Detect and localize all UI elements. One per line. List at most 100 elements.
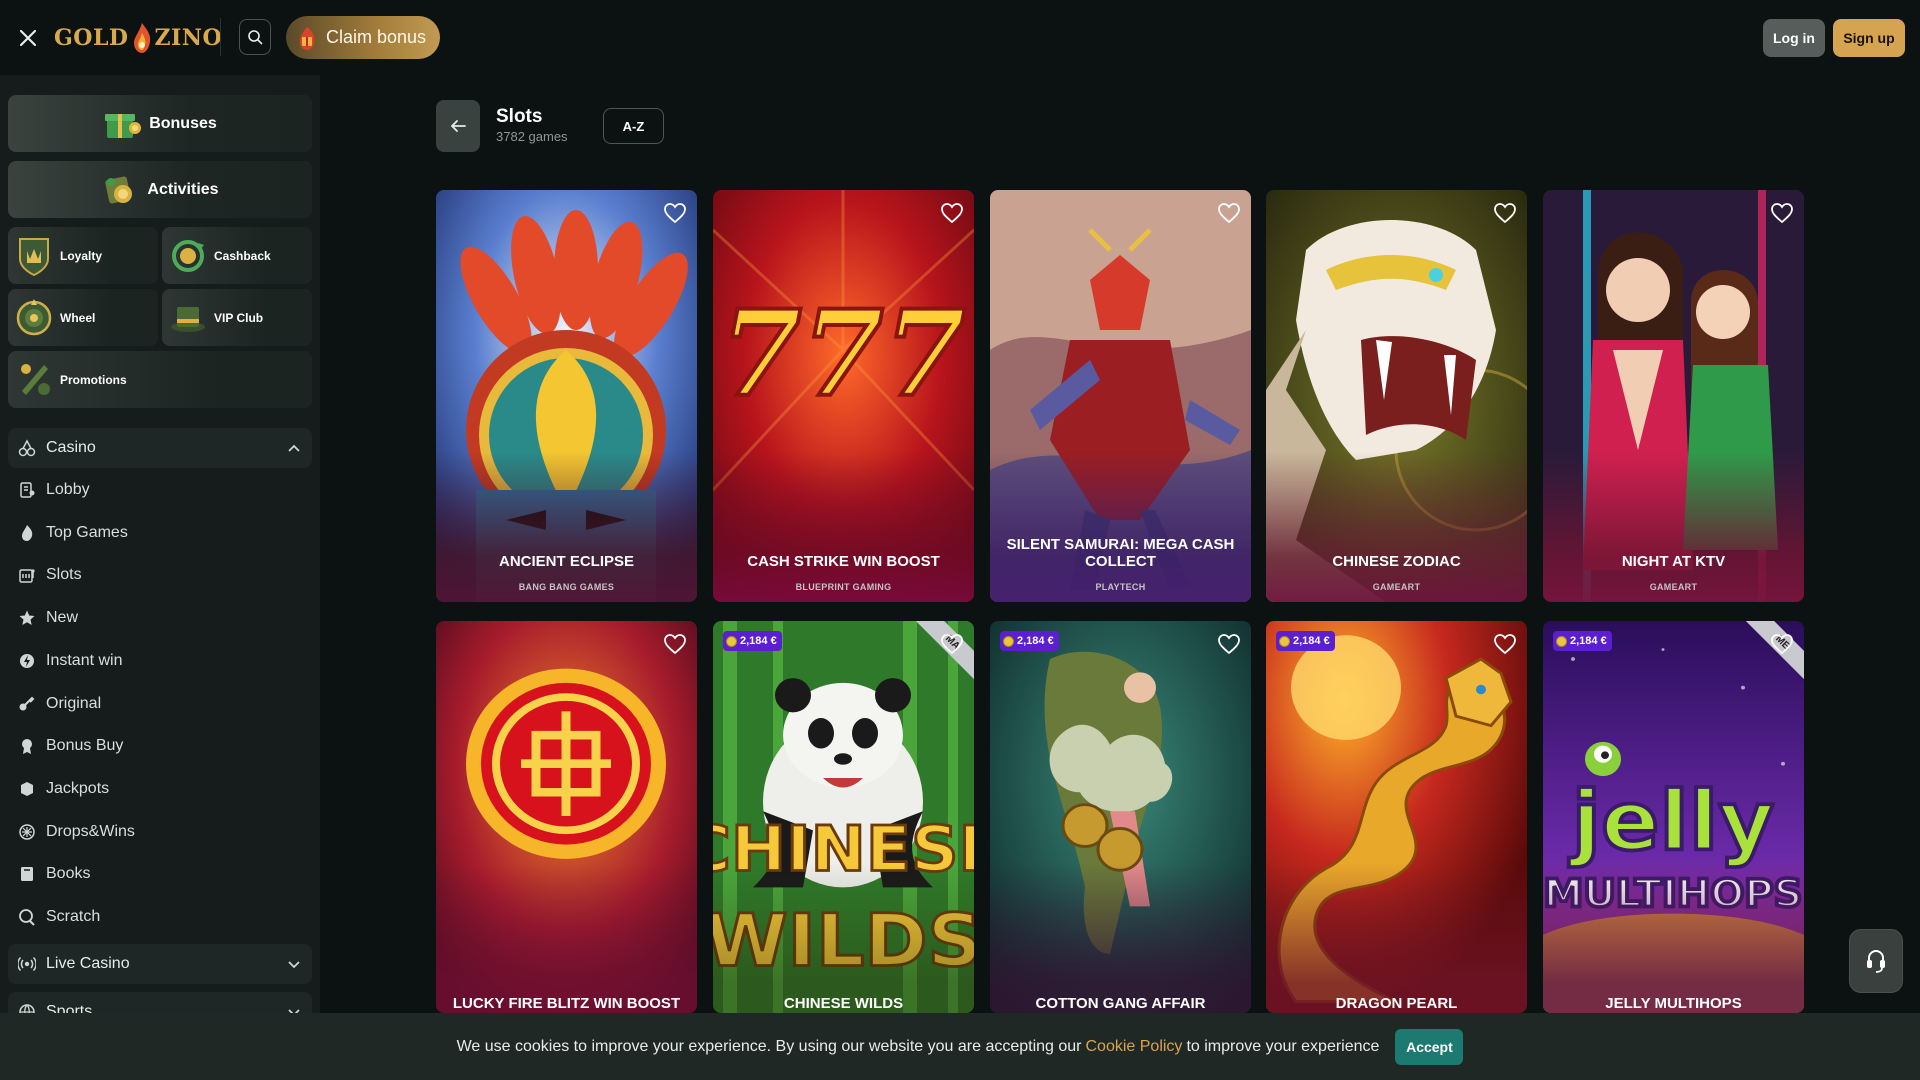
- heart-icon[interactable]: [663, 633, 687, 655]
- game-provider: BANG BANG GAMES: [518, 582, 615, 592]
- scratch-icon: [19, 909, 35, 926]
- sidebar-section-live-casino[interactable]: Live Casino: [8, 944, 312, 984]
- heart-icon[interactable]: [1217, 202, 1241, 224]
- jackpot-badge: 2,184 €: [1276, 631, 1335, 651]
- drops-wins-icon: [19, 823, 35, 840]
- sidebar-item-scratch[interactable]: Scratch: [8, 899, 312, 935]
- game-provider: GAMEART: [1649, 582, 1698, 592]
- sidebar-promo-loyalty[interactable]: Loyalty: [8, 227, 158, 284]
- heart-icon[interactable]: [940, 202, 964, 224]
- accept-cookies-button[interactable]: Accept: [1395, 1028, 1464, 1065]
- jackpot-amount: 2,184 €: [1293, 635, 1330, 647]
- divider: [220, 18, 221, 56]
- page-title: Slots: [496, 106, 543, 127]
- original-icon: [19, 696, 35, 710]
- sidebar-promo-label: Bonuses: [149, 114, 217, 132]
- support-chat-button[interactable]: [1849, 929, 1903, 993]
- sidebar-section-label: Casino: [46, 439, 96, 456]
- game-card[interactable]: ANCIENT ECLIPSE BANG BANG GAMES: [436, 190, 697, 602]
- sidebar-promo-bonuses[interactable]: Bonuses: [8, 95, 312, 152]
- game-card[interactable]: LUCKY FIRE BLITZ WIN BOOST: [436, 621, 697, 1013]
- game-card[interactable]: jellyMULTIHOPSJELLY MULTIHOPS2,184 €ME: [1543, 621, 1804, 1013]
- promotions-icon: [21, 363, 50, 395]
- sidebar-promo-promotions[interactable]: Promotions: [8, 351, 312, 408]
- heart-icon[interactable]: [1770, 202, 1794, 224]
- sidebar-promo-label: Wheel: [60, 310, 96, 325]
- game-title: SILENT SAMURAI: MEGA CASH COLLECT: [1006, 536, 1235, 570]
- back-button[interactable]: [436, 100, 480, 152]
- top-bar: GOLD ZINO Claim bonus Log in Sign up: [0, 0, 1920, 75]
- cookie-text-end: to improve your experience: [1186, 1037, 1380, 1055]
- sidebar-promo-label: Promotions: [60, 372, 127, 387]
- sidebar-item-lobby[interactable]: Lobby: [8, 472, 312, 508]
- sidebar-promo-label: Activities: [147, 180, 219, 198]
- sidebar-promo-cashback[interactable]: Cashback: [162, 227, 312, 284]
- sidebar-item-drops-wins[interactable]: Drops&Wins: [8, 814, 312, 850]
- sidebar-item-jackpots[interactable]: Jackpots: [8, 771, 312, 807]
- svg-text:jelly: jelly: [1569, 773, 1775, 869]
- heart-icon[interactable]: [940, 633, 964, 655]
- heart-icon[interactable]: [663, 202, 687, 224]
- wheel-icon: [16, 298, 52, 335]
- jackpot-amount: 2,184 €: [1570, 635, 1607, 647]
- heart-icon[interactable]: [1217, 633, 1241, 655]
- game-card[interactable]: CHINESEWILDSCHINESE WILDS2,184 €MA: [713, 621, 974, 1013]
- sidebar-item-bonus-buy[interactable]: Bonus Buy: [8, 728, 312, 764]
- sort-az-button[interactable]: A-Z: [603, 108, 664, 144]
- bonus-buy-icon: [22, 739, 32, 755]
- game-card[interactable]: SILENT SAMURAI: MEGA CASH COLLECT PLAYTEC…: [990, 190, 1251, 602]
- casino-icon: [18, 439, 36, 457]
- jackpot-badge: 2,184 €: [723, 631, 782, 651]
- fire-icon: [22, 524, 33, 541]
- heart-icon[interactable]: [1770, 633, 1794, 655]
- logo-text-left: GOLD: [54, 25, 129, 51]
- sidebar-promo-wheel[interactable]: Wheel: [8, 289, 158, 346]
- claim-bonus-button[interactable]: Claim bonus: [286, 16, 440, 59]
- game-title: ANCIENT ECLIPSE: [498, 553, 634, 570]
- books-icon: [21, 867, 33, 882]
- sidebar-item-new[interactable]: New: [8, 600, 312, 636]
- coin-icon: [726, 635, 737, 647]
- game-provider: PLAYTECH: [1095, 582, 1146, 592]
- login-button[interactable]: Log in: [1763, 19, 1825, 57]
- sidebar-item-label: Books: [46, 865, 91, 883]
- card-gradient: [436, 452, 697, 602]
- sidebar-item-books[interactable]: Books: [8, 856, 312, 892]
- sidebar-item-label: New: [46, 609, 79, 627]
- close-icon[interactable]: [14, 24, 42, 52]
- sidebar-item-label: Drops&Wins: [46, 822, 135, 840]
- card-gradient: [713, 452, 974, 602]
- game-card[interactable]: DRAGON PEARL 2,184 €: [1266, 621, 1527, 1013]
- sidebar-item-slots[interactable]: Slots: [8, 557, 312, 593]
- claim-bonus-label: Claim bonus: [326, 27, 427, 47]
- cashback-icon: [172, 239, 204, 272]
- game-card[interactable]: COTTON GANG AFFAIR 2,184 €: [990, 621, 1251, 1013]
- game-title: LUCKY FIRE BLITZ WIN BOOST: [452, 995, 681, 1012]
- sidebar-item-label: Instant win: [46, 651, 123, 669]
- game-provider: BLUEPRINT GAMING: [795, 582, 892, 592]
- game-title: JELLY MULTIHOPS: [1605, 995, 1742, 1012]
- card-gradient: [990, 863, 1251, 1013]
- search-button[interactable]: [239, 19, 271, 55]
- game-card[interactable]: 777 CASH STRIKE WIN BOOST BLUEPRINT GAMING: [713, 190, 974, 602]
- heart-icon[interactable]: [1493, 633, 1517, 655]
- chevron-up-icon: [288, 444, 300, 452]
- game-title: CHINESE ZODIAC: [1332, 553, 1461, 570]
- sidebar-item-original[interactable]: Original: [8, 686, 312, 722]
- sidebar-promo-activities[interactable]: Activities: [8, 161, 312, 218]
- cookie-policy-link[interactable]: Cookie Policy: [1086, 1038, 1183, 1056]
- game-card[interactable]: CHINESE ZODIAC GAMEART: [1266, 190, 1527, 602]
- sidebar-section-casino[interactable]: Casino: [8, 428, 312, 468]
- signup-button[interactable]: Sign up: [1833, 19, 1905, 57]
- jackpot-badge: 2,184 €: [1553, 631, 1612, 651]
- logo[interactable]: GOLD ZINO: [54, 18, 222, 58]
- sidebar-item-top-games[interactable]: Top Games: [8, 515, 312, 551]
- game-title: DRAGON PEARL: [1335, 995, 1458, 1012]
- sidebar-promo-vip-club[interactable]: VIP Club: [162, 289, 312, 346]
- sidebar-promo-label: Loyalty: [60, 248, 103, 263]
- card-gradient: [1266, 863, 1527, 1013]
- heart-icon[interactable]: [1493, 202, 1517, 224]
- game-card[interactable]: NIGHT AT KTV GAMEART: [1543, 190, 1804, 602]
- bonuses-icon: [105, 113, 142, 138]
- sidebar-item-instant-win[interactable]: Instant win: [8, 643, 312, 679]
